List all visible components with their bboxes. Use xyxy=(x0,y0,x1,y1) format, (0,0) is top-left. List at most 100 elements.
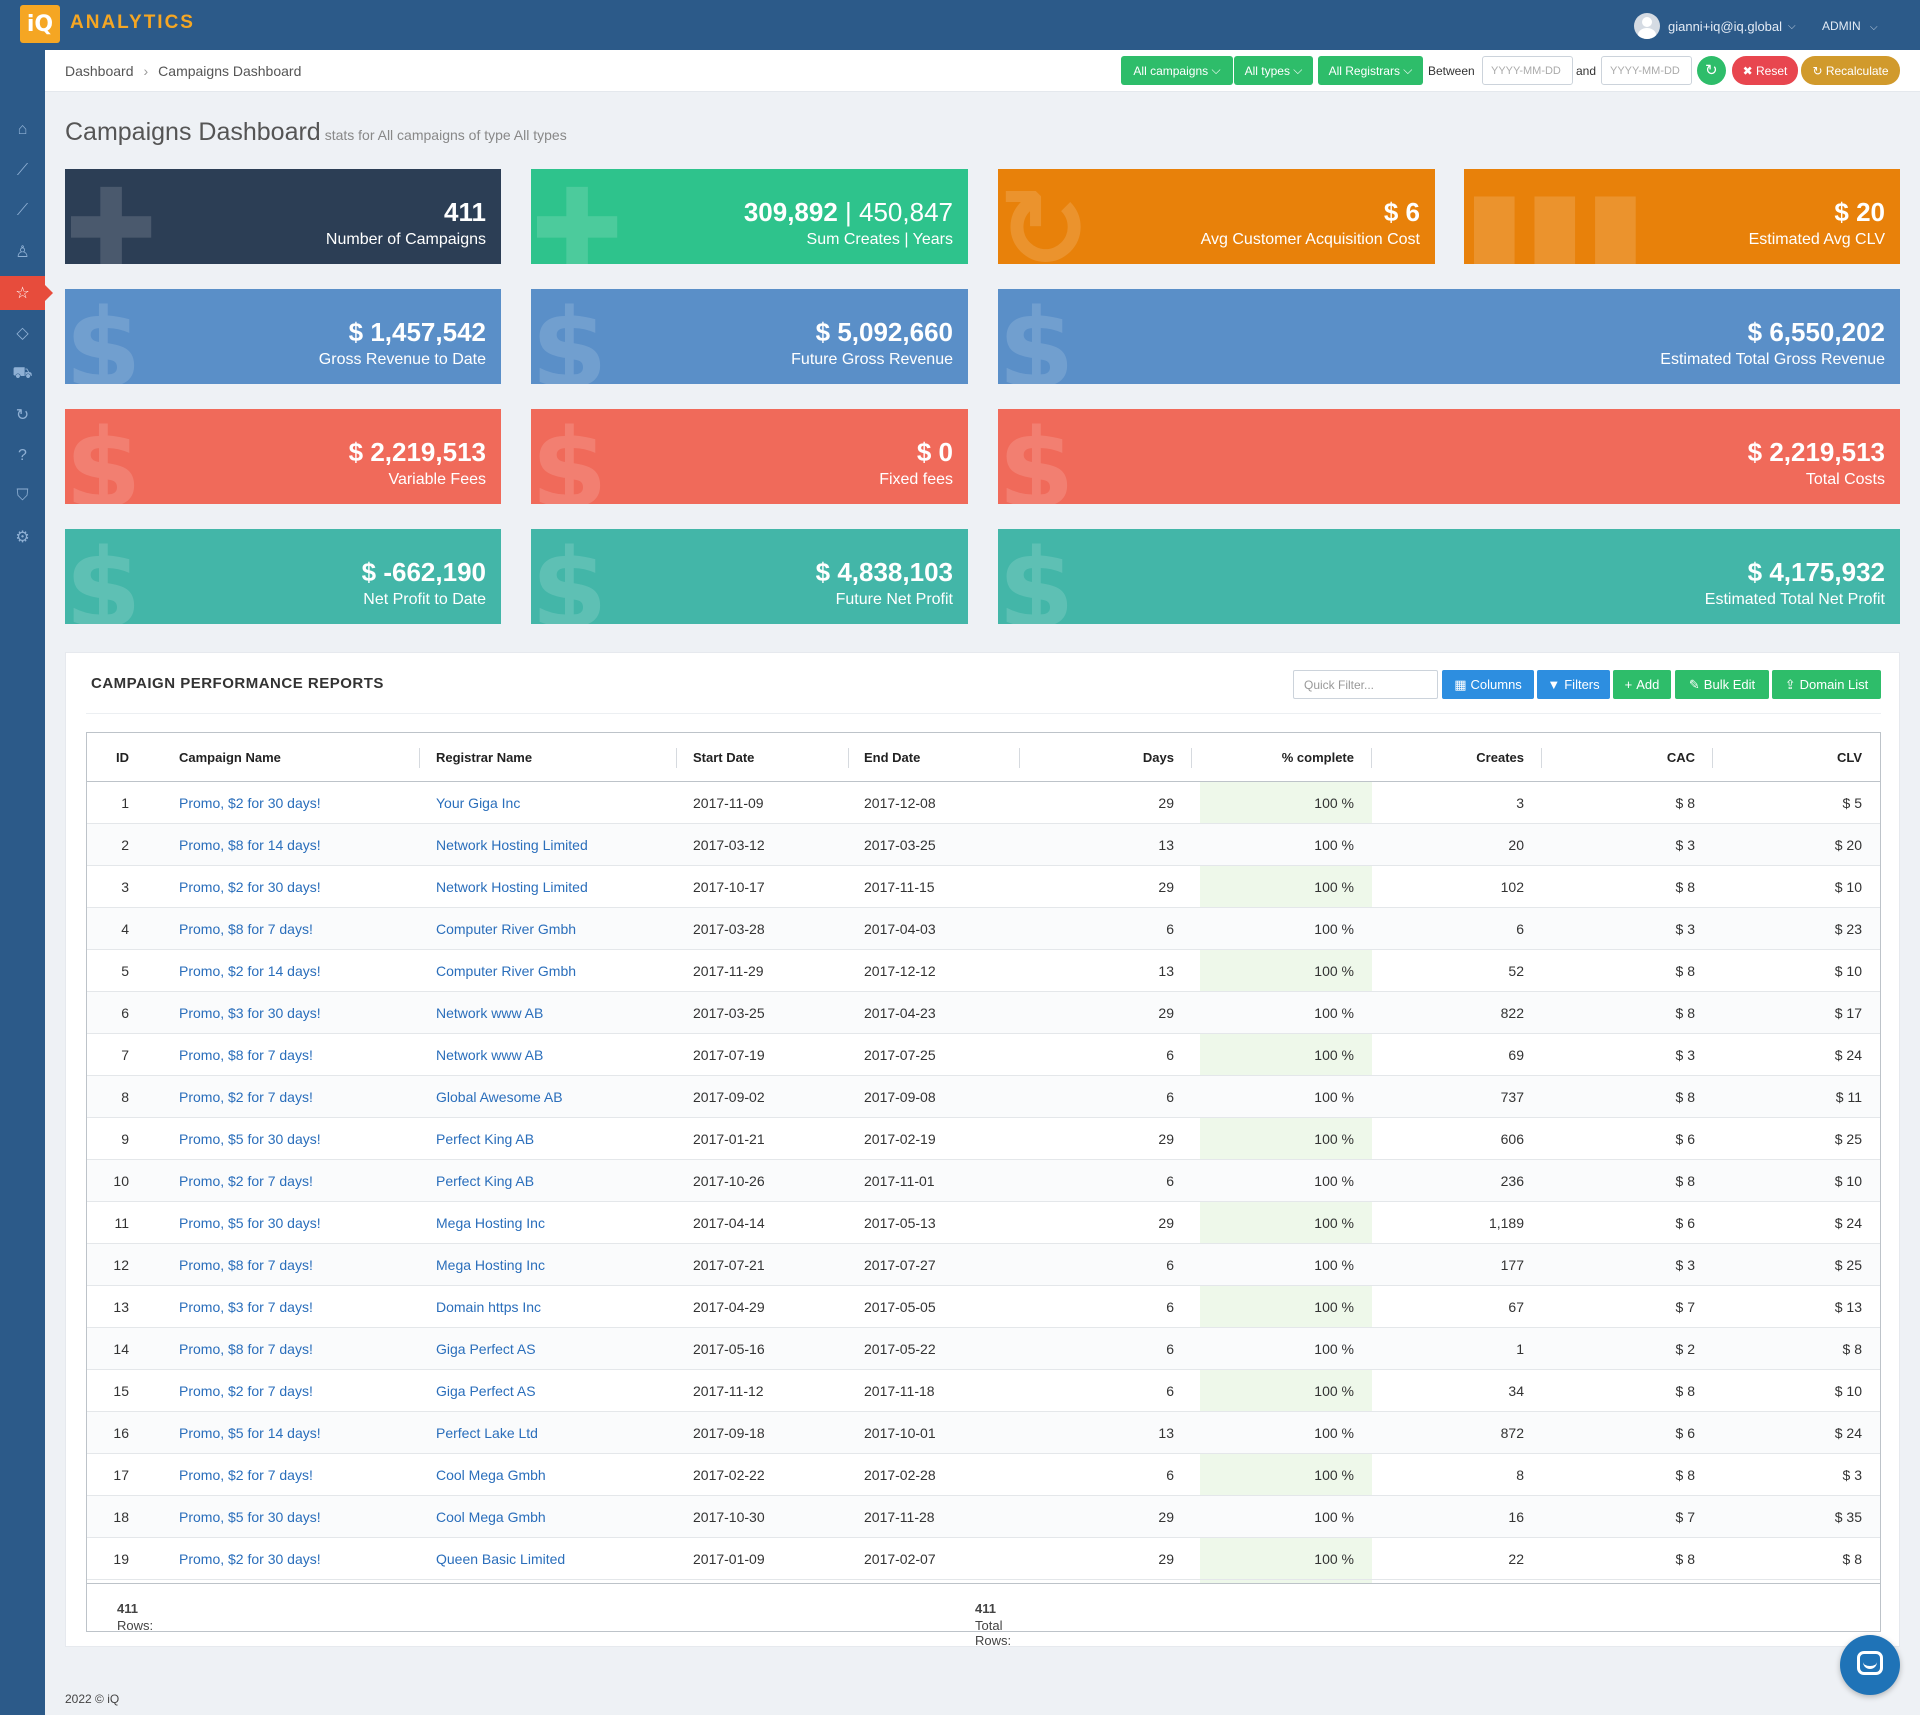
table-row[interactable]: 17 Promo, $2 for 7 days! Cool Mega Gmbh 201… xyxy=(87,1454,1880,1496)
table-row[interactable]: 13 Promo, $3 for 7 days! Domain https Inc 2… xyxy=(87,1286,1880,1328)
star-icon[interactable]: ☆ xyxy=(0,276,53,310)
column-header-clv[interactable]: CLV xyxy=(1714,733,1880,782)
column-header-days[interactable]: Days xyxy=(1022,733,1192,782)
refresh-button[interactable]: ↻ xyxy=(1697,56,1726,85)
domain-list-button[interactable]: ⇪ Domain List xyxy=(1772,670,1881,699)
table-row[interactable]: 16 Promo, $5 for 14 days! Perfect Lake Ltd… xyxy=(87,1412,1880,1454)
campaigns-filter-dropdown[interactable]: All campaigns ⌵ xyxy=(1121,56,1233,85)
registrars-filter-dropdown[interactable]: All Registrars ⌵ xyxy=(1318,56,1423,85)
table-row[interactable]: 4 Promo, $8 for 7 days! Computer River Gmb… xyxy=(87,908,1880,950)
table-row[interactable]: 9 Promo, $5 for 30 days! Perfect King AB 20… xyxy=(87,1118,1880,1160)
cell-registrar-name[interactable]: Network Hosting Limited xyxy=(422,866,677,908)
types-filter-dropdown[interactable]: All types ⌵ xyxy=(1234,56,1313,85)
cell-end-date: 2017-09-08 xyxy=(864,1089,936,1105)
diamond-icon[interactable]: ◇ xyxy=(0,316,45,350)
table-row[interactable]: 15 Promo, $2 for 7 days! Giga Perfect AS 20… xyxy=(87,1370,1880,1412)
user-icon[interactable]: ♙ xyxy=(0,235,45,269)
cell-campaign-name[interactable]: Promo, $2 for 30 days! xyxy=(165,866,420,908)
bulk-edit-button[interactable]: ✎ Bulk Edit xyxy=(1675,670,1769,699)
breadcrumb-dashboard[interactable]: Dashboard xyxy=(65,63,134,79)
start-date-input[interactable]: YYYY-MM-DD xyxy=(1482,56,1573,85)
cell-registrar-name[interactable]: Computer River Gmbh xyxy=(422,908,677,950)
table-row[interactable]: 19 Promo, $2 for 30 days! Queen Basic Limi… xyxy=(87,1538,1880,1580)
table-row[interactable]: 10 Promo, $2 for 7 days! Perfect King AB 20… xyxy=(87,1160,1880,1202)
table-row[interactable]: 12 Promo, $8 for 7 days! Mega Hosting Inc 2… xyxy=(87,1244,1880,1286)
column-header-id[interactable]: ID xyxy=(87,733,147,782)
cell-campaign-name[interactable]: Promo, $3 for 7 days! xyxy=(165,1286,420,1328)
cell-registrar-name[interactable]: Computer River Gmbh xyxy=(422,950,677,992)
cell-registrar-name[interactable]: Domain https Inc xyxy=(422,1286,677,1328)
recalculate-button[interactable]: ↻ Recalculate xyxy=(1801,56,1900,85)
question-icon[interactable]: ? xyxy=(0,439,45,473)
cell-campaign-name[interactable]: Promo, $5 for 14 days! xyxy=(165,1412,420,1454)
cell-registrar-name[interactable]: Giga Perfect AS xyxy=(422,1328,677,1370)
cell-registrar-name[interactable]: Cool Mega Gmbh xyxy=(422,1454,677,1496)
cell-registrar-name[interactable]: Queen Basic Limited xyxy=(422,1538,677,1580)
table-row[interactable]: 11 Promo, $5 for 30 days! Mega Hosting Inc… xyxy=(87,1202,1880,1244)
cell-registrar-name[interactable]: Network www AB xyxy=(422,1034,677,1076)
table-row[interactable]: 18 Promo, $5 for 30 days! Cool Mega Gmbh 20… xyxy=(87,1496,1880,1538)
cell-campaign-name[interactable]: Promo, $8 for 7 days! xyxy=(165,908,420,950)
cell-id: 6 xyxy=(121,1005,129,1021)
chart-line-icon[interactable]: ⟋ xyxy=(0,194,45,228)
cell-campaign-name[interactable]: Promo, $2 for 7 days! xyxy=(165,1370,420,1412)
table-row[interactable]: 2 Promo, $8 for 14 days! Network Hosting L… xyxy=(87,824,1880,866)
shield-icon[interactable]: ⛉ xyxy=(0,479,45,513)
column-header-registrar-name[interactable]: Registrar Name xyxy=(422,733,677,782)
cell-registrar-name[interactable]: Giga Perfect AS xyxy=(422,1370,677,1412)
columns-button[interactable]: ▦ Columns xyxy=(1442,670,1534,699)
user-menu[interactable]: gianni+iq@iq.global ⌵ xyxy=(1634,12,1796,40)
cell-registrar-name[interactable]: Mega Hosting Inc xyxy=(422,1202,677,1244)
cell-campaign-name[interactable]: Promo, $2 for 14 days! xyxy=(165,950,420,992)
quick-filter-input[interactable]: Quick Filter... xyxy=(1293,670,1438,699)
column-header-cac[interactable]: CAC xyxy=(1543,733,1713,782)
cell-campaign-name[interactable]: Promo, $5 for 30 days! xyxy=(165,1202,420,1244)
cell-registrar-name[interactable]: Cool Mega Gmbh xyxy=(422,1496,677,1538)
cell-campaign-name[interactable]: Promo, $3 for 30 days! xyxy=(165,992,420,1034)
table-row[interactable]: 14 Promo, $8 for 7 days! Giga Perfect AS 20… xyxy=(87,1328,1880,1370)
table-row[interactable]: 7 Promo, $8 for 7 days! Network www AB 2017… xyxy=(87,1034,1880,1076)
gear-icon[interactable]: ⚙ xyxy=(0,520,45,554)
logo-icon[interactable]: iQ xyxy=(20,5,60,43)
cell-registrar-name[interactable]: Perfect King AB xyxy=(422,1118,677,1160)
cell-campaign-name[interactable]: Promo, $8 for 7 days! xyxy=(165,1244,420,1286)
table-row[interactable]: 8 Promo, $2 for 7 days! Global Awesome AB 2… xyxy=(87,1076,1880,1118)
cell-campaign-name[interactable]: Promo, $2 for 30 days! xyxy=(165,1538,420,1580)
cell-registrar-name[interactable]: Network Hosting Limited xyxy=(422,824,677,866)
table-row[interactable]: 3 Promo, $2 for 30 days! Network Hosting L… xyxy=(87,866,1880,908)
cell-registrar-name[interactable]: Perfect King AB xyxy=(422,1160,677,1202)
cell-campaign-name[interactable]: Promo, $2 for 7 days! xyxy=(165,1454,420,1496)
filters-button[interactable]: ▼ Filters xyxy=(1537,670,1610,699)
chat-button[interactable] xyxy=(1840,1635,1900,1695)
table-row[interactable]: 6 Promo, $3 for 30 days! Network www AB 201… xyxy=(87,992,1880,1034)
cell-registrar-name[interactable]: Perfect Lake Ltd xyxy=(422,1412,677,1454)
cell-registrar-name[interactable]: Global Awesome AB xyxy=(422,1076,677,1118)
refresh-icon[interactable]: ↻ xyxy=(0,398,45,432)
cell-campaign-name[interactable]: Promo, $8 for 7 days! xyxy=(165,1034,420,1076)
cell-registrar-name[interactable]: Your Giga Inc xyxy=(422,782,677,824)
column-header-percent-complete[interactable]: % complete xyxy=(1200,733,1372,782)
column-header-campaign-name[interactable]: Campaign Name xyxy=(165,733,420,782)
end-date-input[interactable]: YYYY-MM-DD xyxy=(1601,56,1692,85)
column-header-start-date[interactable]: Start Date xyxy=(679,733,849,782)
table-row[interactable]: 5 Promo, $2 for 14 days! Computer River Gm… xyxy=(87,950,1880,992)
reset-button[interactable]: ✖ Reset xyxy=(1732,56,1798,85)
cell-campaign-name[interactable]: Promo, $2 for 30 days! xyxy=(165,782,420,824)
home-icon[interactable]: ⌂ xyxy=(0,113,45,147)
admin-menu[interactable]: ADMIN ⌵ xyxy=(1822,19,1878,33)
table-row[interactable]: 1 Promo, $2 for 30 days! Your Giga Inc 2017… xyxy=(87,782,1880,824)
add-button[interactable]: + Add xyxy=(1613,670,1671,699)
chart-line-icon[interactable]: ⟋ xyxy=(0,154,45,188)
column-header-end-date[interactable]: End Date xyxy=(850,733,1020,782)
cell-registrar-name[interactable]: Network www AB xyxy=(422,992,677,1034)
cell-registrar-name[interactable]: Mega Hosting Inc xyxy=(422,1244,677,1286)
cart-icon[interactable]: ⛟ xyxy=(0,357,45,391)
column-header-creates[interactable]: Creates xyxy=(1372,733,1542,782)
cell-campaign-name[interactable]: Promo, $2 for 7 days! xyxy=(165,1160,420,1202)
cell-campaign-name[interactable]: Promo, $2 for 7 days! xyxy=(165,1076,420,1118)
cell-campaign-name[interactable]: Promo, $5 for 30 days! xyxy=(165,1496,420,1538)
cell-campaign-name[interactable]: Promo, $8 for 7 days! xyxy=(165,1328,420,1370)
app-name[interactable]: ANALYTICS xyxy=(70,12,195,34)
cell-campaign-name[interactable]: Promo, $8 for 14 days! xyxy=(165,824,420,866)
cell-campaign-name[interactable]: Promo, $5 for 30 days! xyxy=(165,1118,420,1160)
